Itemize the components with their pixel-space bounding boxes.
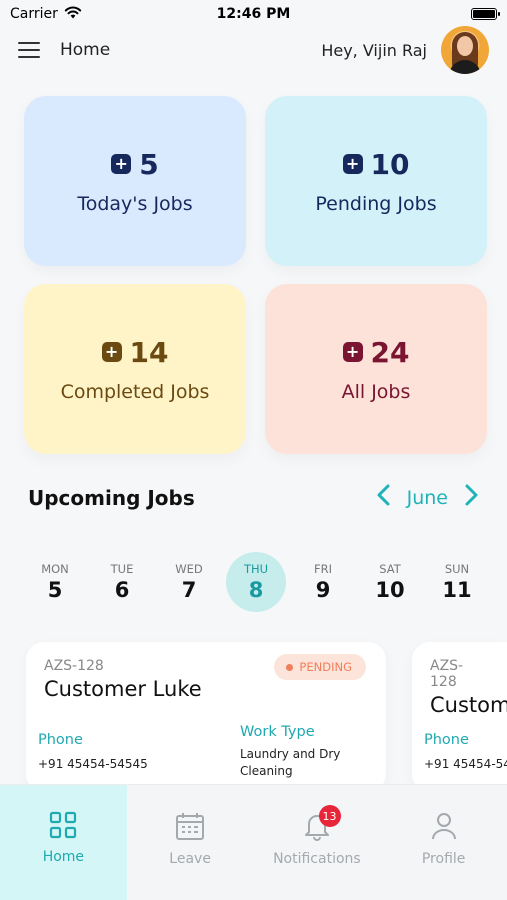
plus-icon: + — [342, 154, 363, 174]
work-type-label: Work Type — [240, 724, 315, 740]
chevron-left-icon[interactable] — [375, 483, 391, 513]
user-icon — [430, 811, 458, 841]
day-number: 7 — [181, 578, 197, 602]
section-title: Upcoming Jobs — [28, 486, 195, 510]
nav-leave[interactable]: Leave — [127, 785, 254, 900]
phone-value: +91 45454-54545 — [424, 757, 507, 771]
job-id: AZS-128 — [430, 658, 464, 690]
day-name: THU — [243, 562, 269, 576]
plus-icon: + — [111, 154, 132, 174]
pending-jobs-card[interactable]: + 10 Pending Jobs — [265, 96, 487, 266]
month-label: June — [406, 487, 448, 509]
job-card-next[interactable]: AZS-128 Customer Luke Phone +91 45454-54… — [412, 642, 507, 792]
all-jobs-label: All Jobs — [341, 380, 411, 403]
day-name: SAT — [379, 562, 401, 576]
day-name: FRI — [314, 562, 332, 576]
month-navigator: June — [375, 483, 480, 513]
battery-icon — [471, 8, 500, 20]
status-badge: PENDING — [274, 654, 366, 680]
day-number: 11 — [442, 578, 472, 602]
bottom-navigation: Home Leave 13 Notifications Profile — [0, 784, 507, 900]
phone-label: Phone — [38, 732, 83, 748]
pending-jobs-count: 10 — [370, 147, 410, 181]
status-bar-left: Carrier — [10, 6, 82, 23]
user-greeting: Hey, Vijin Raj — [321, 40, 427, 60]
phone-block: Phone +91 45454-54545 — [424, 732, 507, 773]
phone-block: Phone +91 45454-54545 — [38, 732, 148, 773]
all-jobs-card[interactable]: + 24 All Jobs — [265, 284, 487, 454]
hamburger-menu-icon[interactable] — [18, 42, 40, 58]
phone-value: +91 45454-54545 — [38, 757, 148, 771]
grid-icon — [49, 811, 77, 839]
completed-jobs-count: 14 — [129, 335, 169, 369]
status-text: PENDING — [299, 660, 352, 674]
todays-jobs-card[interactable]: + 5 Today's Jobs — [24, 96, 246, 266]
day-sat[interactable]: SAT 10 — [360, 552, 420, 612]
day-name: TUE — [110, 562, 134, 576]
status-bar: Carrier 12:46 PM — [0, 0, 507, 28]
work-type-block: Work Type Laundry and Dry Cleaning — [240, 724, 370, 780]
day-thu-selected[interactable]: THU 8 — [226, 552, 286, 612]
user-avatar[interactable] — [441, 26, 489, 74]
day-name: WED — [175, 562, 203, 576]
all-jobs-count: 24 — [370, 335, 410, 369]
plus-icon: + — [342, 342, 363, 362]
notification-count-badge: 13 — [318, 805, 341, 827]
nav-leave-label: Leave — [169, 851, 211, 867]
count-row: + 10 — [342, 147, 410, 181]
day-number: 9 — [315, 578, 331, 602]
phone-label: Phone — [424, 732, 469, 748]
calendar-icon — [175, 811, 205, 841]
day-number: 6 — [114, 578, 130, 602]
carrier-label: Carrier — [10, 6, 58, 22]
day-selector: MON 5 TUE 6 WED 7 THU 8 FRI 9 SAT 10 SUN… — [25, 552, 487, 612]
count-row: + 24 — [342, 335, 410, 369]
todays-jobs-count: 5 — [139, 147, 159, 181]
job-card[interactable]: AZS-128 Customer Luke PENDING Phone +91 … — [26, 642, 386, 792]
customer-name: Customer Luke — [430, 693, 507, 717]
status-dot-icon — [286, 663, 294, 671]
wifi-icon — [64, 6, 82, 23]
day-wed[interactable]: WED 7 — [159, 552, 219, 612]
page-title: Home — [60, 40, 111, 60]
day-mon[interactable]: MON 5 — [25, 552, 85, 612]
nav-profile[interactable]: Profile — [380, 785, 507, 900]
day-name: SUN — [444, 562, 470, 576]
customer-name: Customer Luke — [44, 677, 202, 701]
day-number: 8 — [248, 578, 264, 602]
chevron-right-icon[interactable] — [464, 483, 480, 513]
nav-home-label: Home — [42, 849, 85, 865]
completed-jobs-card[interactable]: + 14 Completed Jobs — [24, 284, 246, 454]
day-fri[interactable]: FRI 9 — [293, 552, 353, 612]
top-bar: Home Hey, Vijin Raj — [0, 26, 507, 74]
day-name: MON — [41, 562, 69, 576]
nav-notifications[interactable]: 13 Notifications — [254, 785, 381, 900]
nav-home[interactable]: Home — [0, 785, 127, 900]
day-sun[interactable]: SUN 11 — [427, 552, 487, 612]
count-row: + 14 — [101, 335, 169, 369]
todays-jobs-label: Today's Jobs — [77, 192, 193, 215]
completed-jobs-label: Completed Jobs — [60, 380, 210, 403]
day-tue[interactable]: TUE 6 — [92, 552, 152, 612]
upcoming-jobs-header: Upcoming Jobs June — [28, 480, 480, 516]
count-row: + 5 — [111, 147, 159, 181]
day-number: 5 — [47, 578, 63, 602]
pending-jobs-label: Pending Jobs — [315, 192, 437, 215]
nav-profile-label: Profile — [421, 851, 466, 867]
plus-icon: + — [101, 342, 122, 362]
work-type-value: Laundry and Dry Cleaning — [240, 747, 341, 778]
nav-notifications-label: Notifications — [273, 851, 361, 867]
day-number: 10 — [375, 578, 405, 602]
